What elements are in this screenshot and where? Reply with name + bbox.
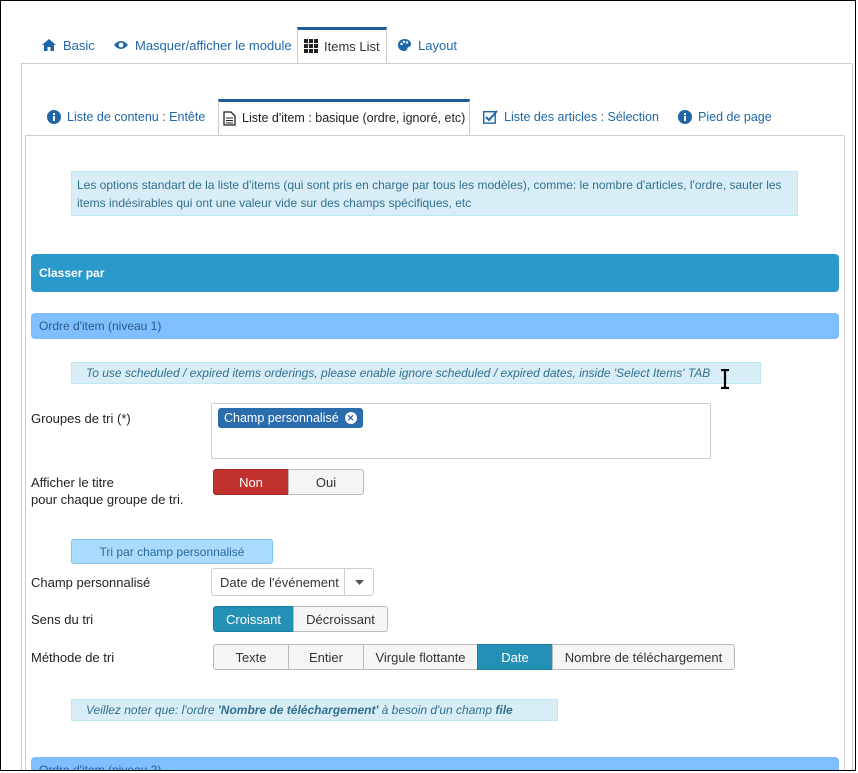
method-float-button[interactable]: Virgule flottante <box>363 644 478 670</box>
section-header-sort-by: Classer par <box>31 254 839 292</box>
remove-tag-icon[interactable]: ✕ <box>344 412 357 424</box>
custom-field-select-value: Date de l'événement <box>220 574 339 590</box>
toggle-no-button[interactable]: Non <box>213 469 289 495</box>
text-cursor-icon <box>719 368 731 392</box>
show-title-label-line1: Afficher le titre <box>31 475 114 490</box>
document-icon <box>223 110 236 126</box>
method-text-button[interactable]: Texte <box>213 644 289 670</box>
sort-group-tag-label: Champ personnalisé <box>224 411 339 425</box>
sort-method-label: Méthode de tri <box>31 650 115 665</box>
custom-field-label: Champ personnalisé <box>31 575 151 590</box>
grid-icon <box>304 39 318 53</box>
toggle-yes-button[interactable]: Oui <box>288 469 364 495</box>
info-icon <box>678 110 692 124</box>
direction-desc-button[interactable]: Décroissant <box>293 606 388 632</box>
sort-groups-field[interactable]: Champ personnalisé ✕ <box>211 403 711 459</box>
level2-header: Ordre d'item (niveau 2) <box>31 757 839 770</box>
download-note-middle: à besoin d'un champ <box>378 703 496 717</box>
download-note-prefix: Veillez noter que: l'ordre <box>86 703 218 717</box>
tab-footer[interactable]: Pied de page <box>678 100 772 134</box>
info-message: Les options standart de la liste d'items… <box>71 171 798 216</box>
tab-show-hide-label: Masquer/afficher le module <box>135 37 292 53</box>
home-icon <box>41 38 57 52</box>
sort-groups-label: Groupes de tri (*) <box>31 411 131 426</box>
tab-item-list-basic-label: Liste d'item : basique (ordre, ignoré, e… <box>242 111 466 125</box>
tab-basic-label: Basic <box>63 37 95 53</box>
sub-tab-bar: Liste de contenu : Entête Liste d'item :… <box>25 99 843 136</box>
show-title-toggle: Non Oui <box>213 469 364 495</box>
tab-layout[interactable]: Layout <box>397 28 457 62</box>
sort-direction-group: Croissant Décroissant <box>213 606 388 632</box>
tab-items-list-label: Items List <box>324 38 380 54</box>
checkbox-icon <box>483 110 498 124</box>
method-integer-button[interactable]: Entier <box>288 644 364 670</box>
chevron-down-icon <box>344 569 373 595</box>
sort-group-tag: Champ personnalisé ✕ <box>218 408 363 428</box>
custom-field-select[interactable]: Date de l'événement <box>211 568 374 596</box>
custom-field-sort-button[interactable]: Tri par champ personnalisé <box>71 539 273 564</box>
sort-method-group: Texte Entier Virgule flottante Date Nomb… <box>213 644 735 670</box>
palette-icon <box>397 38 412 52</box>
direction-asc-button[interactable]: Croissant <box>213 606 294 632</box>
tab-footer-label: Pied de page <box>698 110 772 124</box>
eye-icon <box>113 39 129 51</box>
tab-article-selection[interactable]: Liste des articles : Sélection <box>483 100 659 134</box>
tab-items-list[interactable]: Items List <box>297 27 387 63</box>
tab-content-list-header[interactable]: Liste de contenu : Entête <box>47 100 205 134</box>
tab-show-hide-module[interactable]: Masquer/afficher le module <box>113 28 292 62</box>
tab-item-list-basic[interactable]: Liste d'item : basique (ordre, ignoré, e… <box>218 99 471 135</box>
download-note-file: file <box>495 703 513 717</box>
level1-header: Ordre d'item (niveau 1) <box>31 313 839 339</box>
method-download-count-button[interactable]: Nombre de téléchargement <box>552 644 735 670</box>
tab-basic[interactable]: Basic <box>41 28 95 62</box>
tab-content-list-header-label: Liste de contenu : Entête <box>67 110 206 124</box>
show-title-label: Afficher le titre pour chaque groupe de … <box>31 474 184 508</box>
method-date-button[interactable]: Date <box>477 644 553 670</box>
download-note: Veillez noter que: l'ordre 'Nombre de té… <box>71 699 558 721</box>
tab-article-selection-label: Liste des articles : Sélection <box>504 110 659 124</box>
top-tab-bar: Basic Masquer/afficher le module Items L… <box>21 27 851 64</box>
sort-direction-label: Sens du tri <box>31 612 94 627</box>
module-settings-window: Basic Masquer/afficher le module Items L… <box>0 0 856 771</box>
scheduled-note: To use scheduled / expired items orderin… <box>71 362 761 384</box>
download-note-bold: 'Nombre de téléchargement' <box>217 703 379 717</box>
show-title-label-line2: pour chaque groupe de tri. <box>31 492 184 507</box>
tab-layout-label: Layout <box>418 37 458 53</box>
info-icon <box>47 110 61 124</box>
